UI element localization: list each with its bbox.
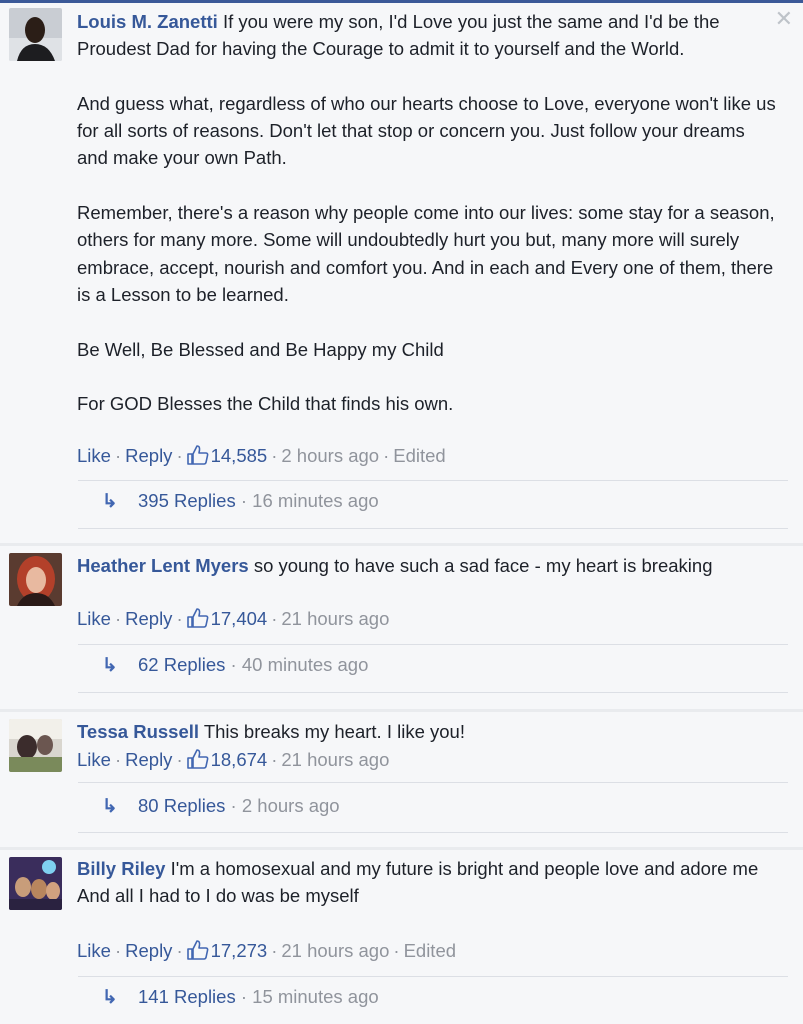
timestamp[interactable]: 21 hours ago [281, 608, 389, 629]
reply-arrow-icon: ↳ [102, 795, 118, 816]
reply-arrow-icon: ↳ [102, 986, 118, 1007]
reply-link[interactable]: Reply [125, 749, 172, 770]
timestamp[interactable]: 21 hours ago [281, 940, 389, 961]
comment-text: Remember, there's a reason why people co… [77, 202, 775, 305]
comment-body: Heather Lent Myers so young to have such… [77, 552, 777, 579]
divider [78, 976, 788, 977]
divider [78, 480, 788, 481]
thumbs-up-icon [186, 608, 209, 633]
comment-text: This breaks my heart. I like you! [199, 721, 465, 742]
avatar[interactable] [9, 553, 62, 606]
replies-time: 2 hours ago [241, 795, 340, 816]
replies-row[interactable]: ↳ 62 Replies · 40 minutes ago [102, 654, 368, 676]
comment-text: so young to have such a sad face - my he… [248, 555, 713, 576]
replies-time: 16 minutes ago [252, 490, 379, 511]
comment: Heather Lent Myers so young to have such… [0, 546, 803, 709]
replies-row[interactable]: ↳ 395 Replies · 16 minutes ago [102, 490, 379, 512]
reply-arrow-icon: ↳ [102, 490, 118, 511]
thumbs-up-icon [186, 445, 209, 470]
replies-row[interactable]: ↳ 80 Replies · 2 hours ago [102, 795, 340, 817]
replies-link[interactable]: 80 Replies [138, 795, 225, 816]
divider [78, 692, 788, 693]
avatar[interactable] [9, 8, 62, 61]
author-link[interactable]: Louis M. Zanetti [77, 11, 218, 32]
author-link[interactable]: Tessa Russell [77, 721, 199, 742]
comment-body: Tessa Russell This breaks my heart. I li… [77, 718, 777, 745]
like-count[interactable]: 17,404 [186, 608, 267, 629]
comment-text: Be Well, Be Blessed and Be Happy my Chil… [77, 338, 444, 360]
author-link[interactable]: Heather Lent Myers [77, 555, 249, 576]
comment-text: I'm a homosexual and my future is bright… [165, 858, 759, 879]
comment: ✕ Louis M. Zanetti If you were my son, I… [0, 3, 803, 543]
comment-body: Louis M. Zanetti If you were my son, I'd… [77, 8, 777, 417]
timestamp[interactable]: 21 hours ago [281, 749, 389, 770]
comment-text: And guess what, regardless of who our he… [77, 92, 776, 169]
avatar[interactable] [9, 719, 62, 772]
comment-actions: Like · Reply · 17,404 · 21 hours ago [77, 608, 389, 633]
like-count[interactable]: 18,674 [186, 749, 267, 770]
reply-link[interactable]: Reply [125, 608, 172, 629]
replies-link[interactable]: 141 Replies [138, 986, 236, 1007]
thumbs-up-icon [186, 749, 209, 774]
edited-label[interactable]: Edited [404, 940, 456, 961]
divider [78, 528, 788, 529]
like-link[interactable]: Like [77, 445, 111, 466]
comment-actions: Like · Reply · 14,585 · 2 hours ago · Edited [77, 445, 446, 470]
like-count[interactable]: 17,273 [186, 940, 267, 961]
timestamp[interactable]: 2 hours ago [281, 445, 379, 466]
author-link[interactable]: Billy Riley [77, 858, 165, 879]
like-count[interactable]: 14,585 [186, 445, 267, 466]
like-link[interactable]: Like [77, 749, 111, 770]
divider [78, 832, 788, 833]
replies-time: 15 minutes ago [252, 986, 379, 1007]
reply-link[interactable]: Reply [125, 445, 172, 466]
thumbs-up-icon [186, 940, 209, 965]
replies-time: 40 minutes ago [241, 654, 369, 675]
like-link[interactable]: Like [77, 940, 111, 961]
comment: Billy Riley I'm a homosexual and my futu… [0, 850, 803, 1024]
edited-label[interactable]: Edited [393, 445, 445, 466]
replies-link[interactable]: 395 Replies [138, 490, 236, 511]
comment-text: For GOD Blesses the Child that finds his… [77, 393, 454, 415]
replies-link[interactable]: 62 Replies [138, 654, 225, 675]
comment: Tessa Russell This breaks my heart. I li… [0, 712, 803, 847]
comment-actions: Like · Reply · 18,674 · 21 hours ago [77, 749, 389, 774]
close-icon[interactable]: ✕ [775, 8, 793, 30]
divider [78, 782, 788, 783]
comment-text: And all I had to I do was be myself [77, 885, 359, 907]
reply-link[interactable]: Reply [125, 940, 172, 961]
divider [78, 644, 788, 645]
replies-row[interactable]: ↳ 141 Replies · 15 minutes ago [102, 986, 379, 1008]
comment-body: Billy Riley I'm a homosexual and my futu… [77, 855, 777, 910]
avatar[interactable] [9, 857, 62, 910]
like-link[interactable]: Like [77, 608, 111, 629]
reply-arrow-icon: ↳ [102, 654, 118, 675]
comment-actions: Like · Reply · 17,273 · 21 hours ago · Edited [77, 940, 456, 965]
